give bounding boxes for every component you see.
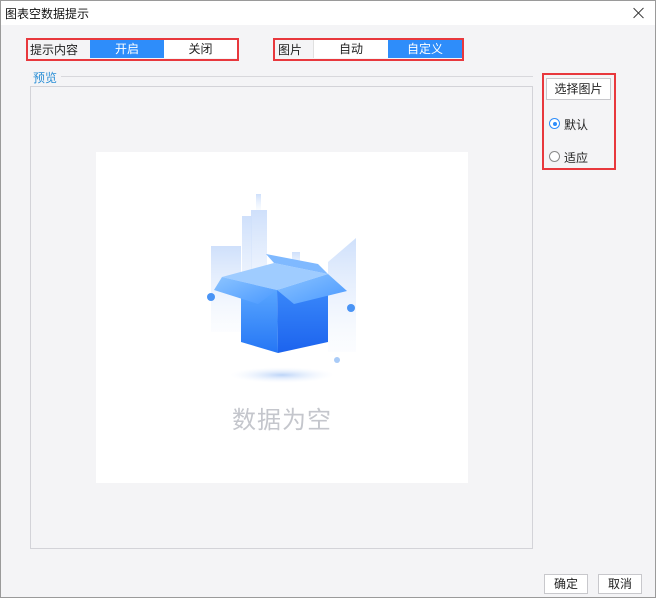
ok-button[interactable]: 确定 [544,574,588,594]
prompt-content-off-button[interactable]: 关闭 [164,40,237,58]
building-antenna [256,194,261,212]
title-bar: 图表空数据提示 [1,1,655,25]
prompt-content-on-button[interactable]: 开启 [90,40,164,58]
choose-image-button[interactable]: 选择图片 [546,78,611,100]
close-icon[interactable] [631,5,647,21]
picture-label: 图片 [278,43,303,57]
picture-auto-button[interactable]: 自动 [313,40,388,58]
radio-fit[interactable] [549,151,560,162]
decor-dot-left [207,293,215,301]
prompt-content-label: 提示内容 [30,43,79,57]
preview-legend: 预览 [33,71,58,85]
picture-custom-button[interactable]: 自定义 [388,40,462,58]
radio-fit-label: 适应 [564,151,589,165]
decor-dot-right [347,304,355,312]
empty-data-text: 数据为空 [232,406,332,434]
radio-default[interactable] [549,118,560,129]
window-title: 图表空数据提示 [5,7,90,21]
dialog-window: 图表空数据提示 提示内容 开启 关闭 图片 自动 自定义 预览 数据为空 选择图… [0,0,656,598]
radio-default-label: 默认 [564,118,589,132]
preview-divider [61,76,533,77]
building-right [328,238,356,352]
box-shadow [230,367,334,383]
cancel-button[interactable]: 取消 [598,574,642,594]
decor-dot-bottom [334,357,340,363]
preview-canvas: 数据为空 [96,152,468,483]
